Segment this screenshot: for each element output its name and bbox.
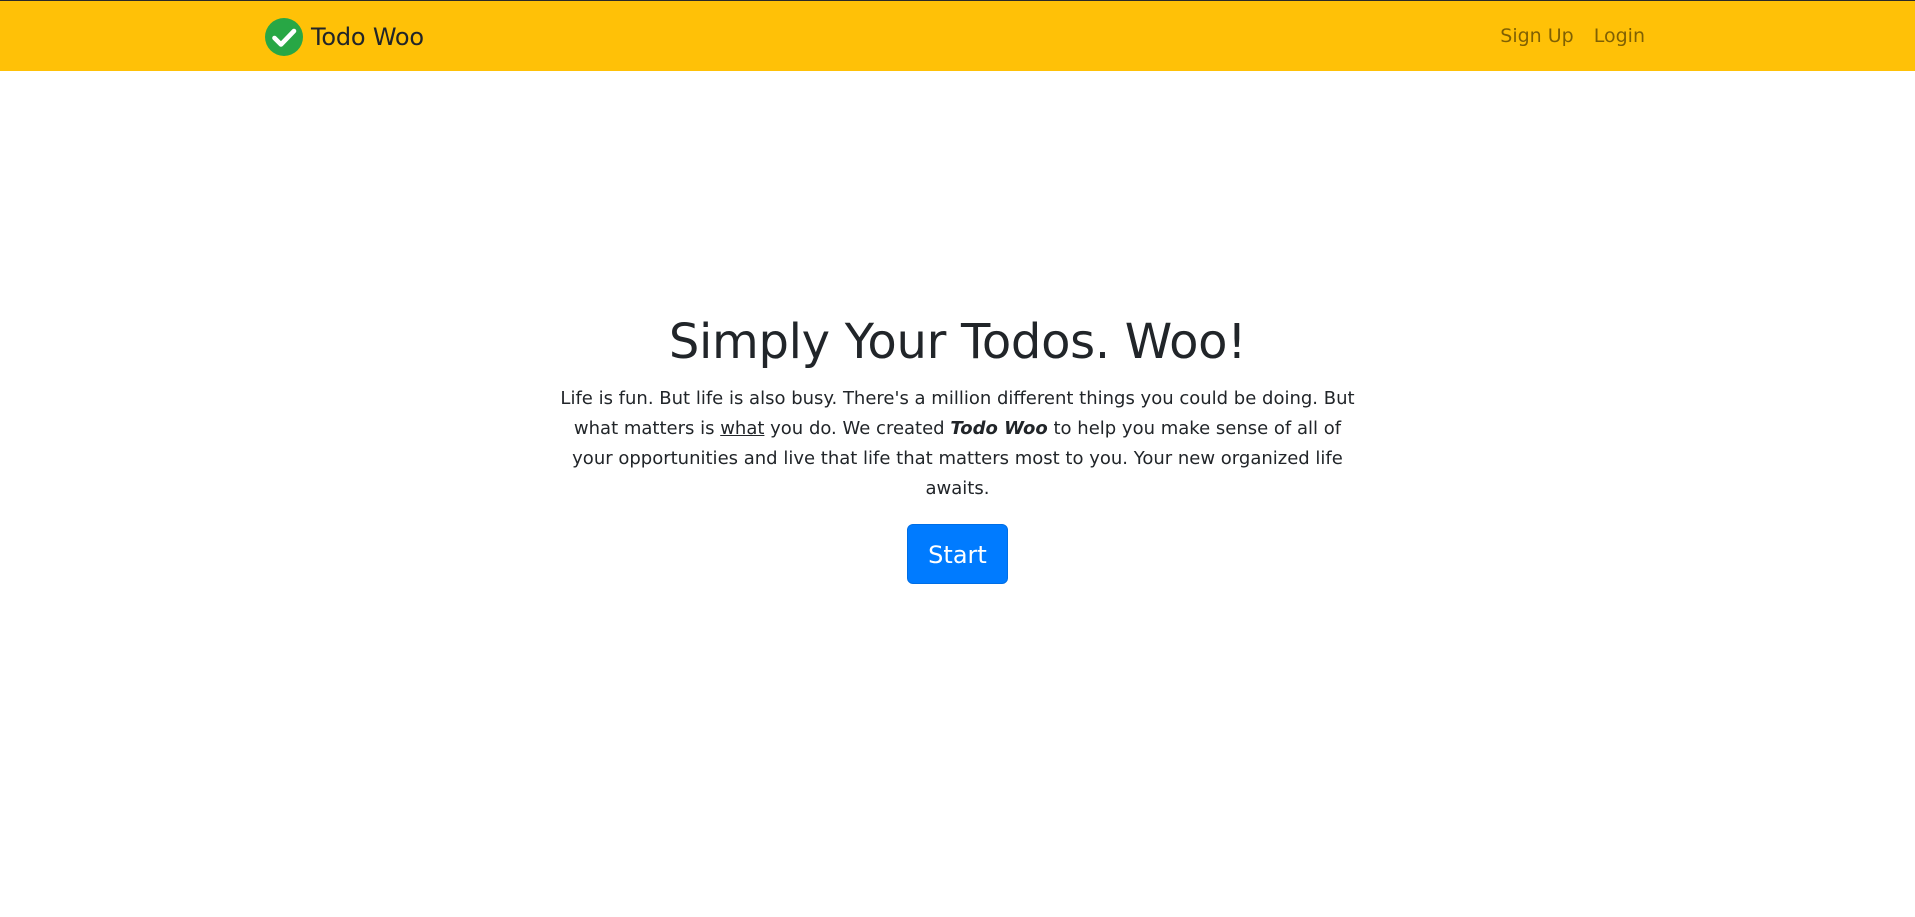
sign-up-link[interactable]: Sign Up bbox=[1500, 25, 1573, 47]
hero-description: Life is fun. But life is also busy. Ther… bbox=[558, 384, 1358, 504]
brand-link[interactable]: Todo Woo bbox=[264, 17, 424, 57]
hero-section: Simply Your Todos. Woo! Life is fun. But… bbox=[0, 310, 1915, 584]
login-link[interactable]: Login bbox=[1594, 25, 1645, 47]
description-part-2: you do. We created bbox=[764, 418, 951, 439]
navbar: Todo Woo Sign Up Login bbox=[0, 1, 1915, 71]
brand-name: Todo Woo bbox=[311, 23, 424, 51]
description-app-name: Todo Woo bbox=[950, 418, 1048, 439]
check-circle-icon bbox=[264, 17, 304, 57]
nav-links: Sign Up Login bbox=[1500, 25, 1645, 47]
start-button[interactable]: Start bbox=[907, 524, 1008, 584]
hero-title: Simply Your Todos. Woo! bbox=[668, 314, 1247, 370]
description-underlined-word: what bbox=[720, 418, 765, 439]
